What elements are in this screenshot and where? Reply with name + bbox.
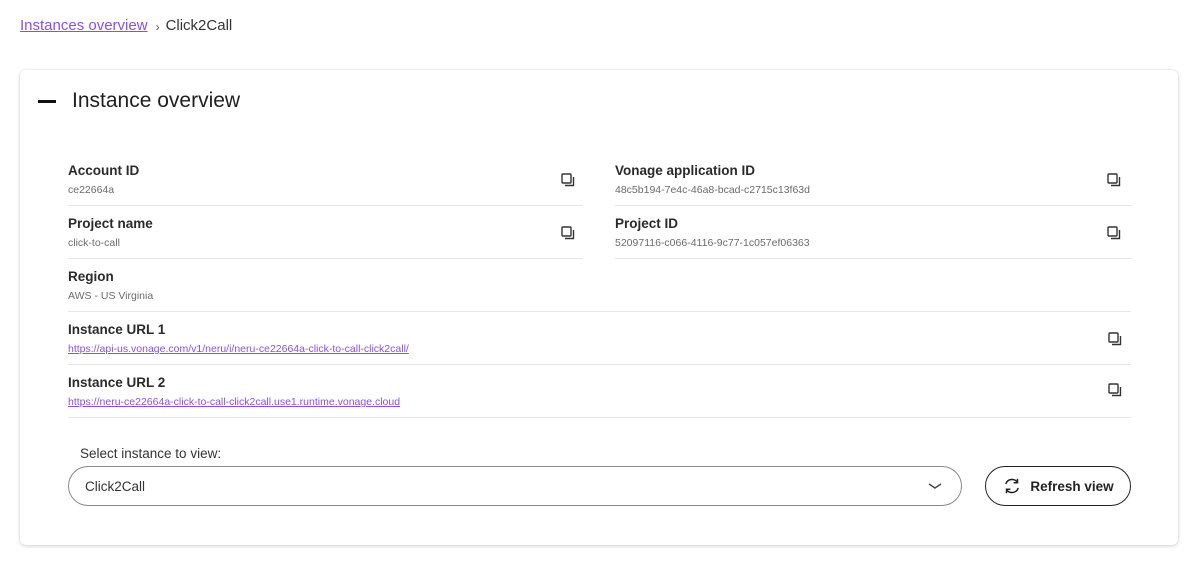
instance-url-1-link[interactable]: https://api-us.vonage.com/v1/neru/i/neru… — [68, 343, 409, 355]
breadcrumb-current: Click2Call — [165, 17, 233, 34]
project-name-label: Project name — [68, 216, 153, 231]
account-id-label: Account ID — [68, 163, 140, 178]
instance-url-1-label: Instance URL 1 — [68, 322, 166, 337]
breadcrumb-link-instances-overview[interactable]: Instances overview — [20, 17, 148, 34]
minus-icon[interactable] — [38, 99, 56, 103]
vonage-app-id-value: 48c5b194-7e4c-46a8-bcad-c2715c13f63d — [615, 184, 810, 196]
chevron-down-icon — [927, 479, 943, 496]
card-title: Instance overview — [72, 89, 241, 112]
instance-select-value: Click2Call — [85, 478, 146, 494]
copy-icon[interactable] — [1107, 173, 1121, 187]
breadcrumb: Instances overview › Click2Call — [20, 17, 232, 34]
select-instance-label: Select instance to view: — [80, 446, 222, 461]
instance-url-2-field: Instance URL 2 https://neru-ce22664a-cli… — [68, 375, 1131, 418]
copy-icon[interactable] — [1107, 226, 1121, 240]
copy-icon[interactable] — [561, 173, 575, 187]
account-id-value: ce22664a — [68, 184, 115, 196]
instance-url-2-link[interactable]: https://neru-ce22664a-click-to-call-clic… — [68, 396, 400, 408]
refresh-view-button[interactable]: Refresh view — [985, 466, 1131, 506]
card-header: Instance overview — [38, 89, 240, 113]
region-label: Region — [68, 269, 114, 284]
instance-url-1-field: Instance URL 1 https://api-us.vonage.com… — [68, 322, 1131, 365]
project-name-field: Project name click-to-call — [68, 216, 583, 259]
copy-icon[interactable] — [1108, 332, 1122, 346]
copy-icon[interactable] — [561, 226, 575, 240]
breadcrumb-separator: › — [155, 19, 160, 34]
region-value: AWS - US Virginia — [68, 290, 154, 302]
project-id-label: Project ID — [615, 216, 679, 231]
instance-url-2-label: Instance URL 2 — [68, 375, 166, 390]
project-id-field: Project ID 52097116-c066-4116-9c77-1c057… — [615, 216, 1131, 259]
instance-select[interactable]: Click2Call — [68, 466, 962, 506]
account-id-field: Account ID ce22664a — [68, 163, 583, 206]
copy-icon[interactable] — [1108, 383, 1122, 397]
vonage-app-id-field: Vonage application ID 48c5b194-7e4c-46a8… — [615, 163, 1131, 206]
project-id-value: 52097116-c066-4116-9c77-1c057ef06363 — [615, 237, 810, 249]
refresh-view-label: Refresh view — [1030, 478, 1114, 494]
refresh-icon — [1002, 476, 1030, 496]
vonage-app-id-label: Vonage application ID — [615, 163, 756, 178]
region-field: Region AWS - US Virginia — [68, 269, 1131, 312]
project-name-value: click-to-call — [68, 237, 120, 249]
